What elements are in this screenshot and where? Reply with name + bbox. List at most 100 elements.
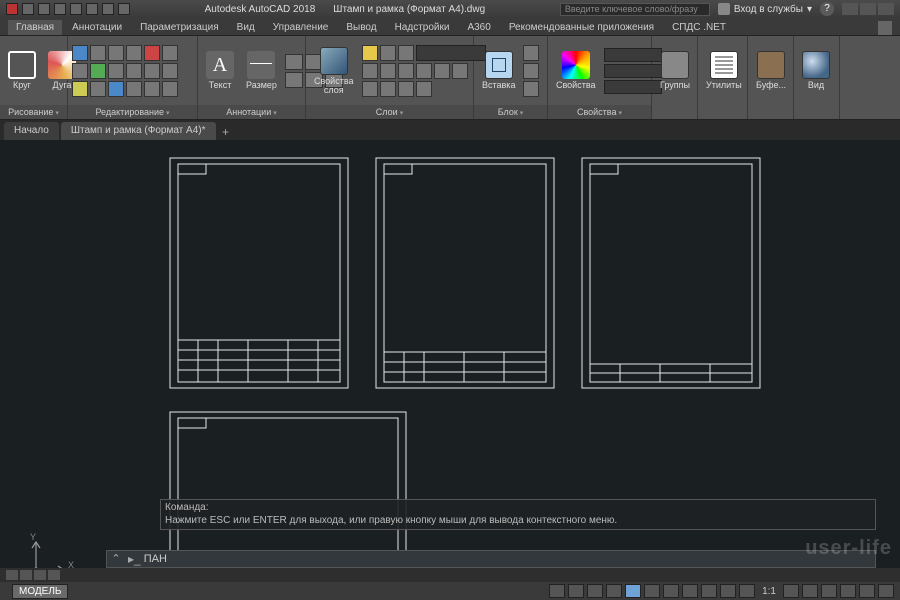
layer-prev-icon[interactable] [416,63,432,79]
properties-button[interactable]: Свойства [552,49,600,92]
view-button[interactable]: Вид [798,49,834,92]
hatch-icon[interactable] [285,72,303,88]
model-space[interactable]: Y X Команда: Нажмите ESC или ENTER для в… [0,140,900,600]
panel-label-draw[interactable]: Рисование [0,105,67,119]
erase-icon[interactable] [72,81,88,97]
panel-label-properties[interactable]: Свойства [548,105,651,119]
search-input[interactable]: Введите ключевое слово/фразу [560,3,710,16]
layer-state-icon[interactable] [362,81,378,97]
minimize-button[interactable] [842,3,858,15]
command-history-toggle-icon[interactable]: ⌃ [107,550,125,568]
drawing-tab[interactable]: Штамп и рамка (Формат A4)* [61,122,216,140]
tab-parametric[interactable]: Параметризация [132,20,227,35]
tab-a360[interactable]: A360 [459,20,498,35]
layer-freeze-icon[interactable] [380,45,396,61]
dyninput-toggle-icon[interactable] [663,584,679,598]
transparency-toggle-icon[interactable] [701,584,717,598]
align-icon[interactable] [108,81,124,97]
break-icon[interactable] [126,81,142,97]
panel-label-layers[interactable]: Слои [306,105,473,119]
tab-spds[interactable]: СПДС .NET [664,20,734,35]
layer-merge-icon[interactable] [452,63,468,79]
osnap-toggle-icon[interactable] [625,584,641,598]
help-icon[interactable]: ? [820,2,834,16]
tab-featured[interactable]: Рекомендованные приложения [501,20,662,35]
model-button[interactable]: МОДЕЛЬ [12,584,68,599]
insert-block-button[interactable]: Вставка [478,49,519,92]
layout-add-icon[interactable] [48,570,60,580]
panel-label-annotation[interactable]: Аннотации [198,105,305,119]
text-button[interactable]: A Текст [202,49,238,92]
save-icon[interactable] [54,3,66,15]
copy-icon[interactable] [90,45,106,61]
layer-copy-icon[interactable] [398,81,414,97]
tab-addins[interactable]: Надстройки [387,20,458,35]
groups-button[interactable]: Группы [656,49,694,92]
grid-toggle-icon[interactable] [549,584,565,598]
redo-icon[interactable] [118,3,130,15]
tab-output[interactable]: Вывод [338,20,384,35]
fillet-icon[interactable] [108,63,124,79]
customize-icon[interactable] [878,584,894,598]
mirror-icon[interactable] [144,45,160,61]
panel-label-modify[interactable]: Редактирование [68,105,197,119]
isolate-icon[interactable] [821,584,837,598]
lengthen-icon[interactable] [162,81,178,97]
layer-iso-icon[interactable] [362,63,378,79]
layer-lock-icon[interactable] [398,45,414,61]
start-tab[interactable]: Начало [4,122,59,140]
layer-change-icon[interactable] [380,81,396,97]
explode-icon[interactable] [90,81,106,97]
ortho-toggle-icon[interactable] [587,584,603,598]
cleanscreen-icon[interactable] [859,584,875,598]
gear-icon[interactable] [783,584,799,598]
trim-icon[interactable] [72,63,88,79]
layout-sheet1-icon[interactable] [20,570,32,580]
panel-label-block[interactable]: Блок [474,105,547,119]
layout-sheet2-icon[interactable] [34,570,46,580]
attribute-icon[interactable] [523,81,539,97]
rotate-icon[interactable] [126,45,142,61]
plot-icon[interactable] [86,3,98,15]
polar-toggle-icon[interactable] [606,584,622,598]
login-button[interactable]: Вход в службы ▾ [718,3,812,15]
utilities-button[interactable]: Утилиты [702,49,746,92]
layer-delete-icon[interactable] [416,81,432,97]
layer-walk-icon[interactable] [434,63,450,79]
stretch-icon[interactable] [108,45,124,61]
extend-icon[interactable] [90,63,106,79]
scale-label[interactable]: 1:1 [758,586,780,597]
scale-icon[interactable] [162,45,178,61]
join-icon[interactable] [144,81,160,97]
layout-model-icon[interactable] [6,570,18,580]
maximize-button[interactable] [860,3,876,15]
clipboard-button[interactable]: Буфе... [752,49,790,92]
array-icon[interactable] [144,63,160,79]
layer-off-icon[interactable] [380,63,396,79]
workspace-icon[interactable] [802,584,818,598]
ribbon-endtab-icon[interactable] [878,21,892,35]
autocad-logo-icon[interactable] [6,3,18,15]
lineweight-toggle-icon[interactable] [682,584,698,598]
undo-icon[interactable] [102,3,114,15]
cycling-toggle-icon[interactable] [720,584,736,598]
offset-icon[interactable] [162,63,178,79]
hardware-accel-icon[interactable] [840,584,856,598]
create-block-icon[interactable] [523,45,539,61]
chamfer-icon[interactable] [126,63,142,79]
tab-annotations[interactable]: Аннотации [64,20,130,35]
layer-properties-button[interactable]: Свойства слоя [310,45,358,97]
tab-view[interactable]: Вид [229,20,263,35]
layer-on-icon[interactable] [362,45,378,61]
dimension-button[interactable]: Размер [242,49,281,92]
new-icon[interactable] [22,3,34,15]
layer-match-icon[interactable] [398,63,414,79]
snap-toggle-icon[interactable] [568,584,584,598]
annoscale-toggle-icon[interactable] [739,584,755,598]
tab-home[interactable]: Главная [8,20,62,35]
otrack-toggle-icon[interactable] [644,584,660,598]
edit-block-icon[interactable] [523,63,539,79]
leader-icon[interactable] [285,54,303,70]
command-input[interactable]: ⌃ ▸_ ПАН [106,550,876,568]
move-icon[interactable] [72,45,88,61]
